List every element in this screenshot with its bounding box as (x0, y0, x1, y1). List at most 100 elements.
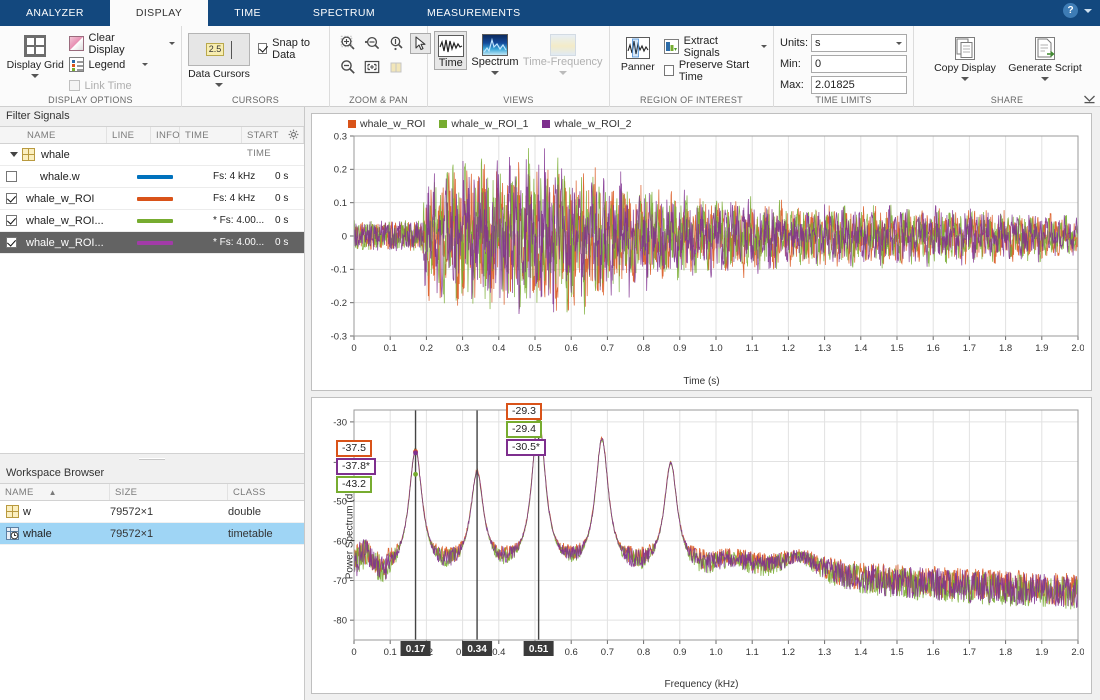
group-title-zoom-pan: ZOOM & PAN (330, 95, 427, 105)
col-ws-class[interactable]: CLASS (228, 484, 304, 500)
svg-text:0.34: 0.34 (467, 644, 487, 655)
table-row[interactable]: whale_w_ROI... * Fs: 4.00... 0 s (0, 210, 304, 232)
view-spectrum-button[interactable]: Spectrum (467, 31, 522, 75)
table-row[interactable]: whale_w_ROI Fs: 4 kHz 0 s (0, 188, 304, 210)
chevron-down-icon[interactable] (1041, 77, 1049, 81)
signal-name: whale_w_ROI... (22, 215, 129, 227)
table-row[interactable]: whale_w_ROI... * Fs: 4.00... 0 s (0, 232, 304, 254)
signal-group-name: whale (41, 149, 70, 161)
cursor-callout[interactable]: -29.3 (506, 403, 542, 420)
display-grid-button[interactable]: Display Grid (6, 31, 65, 78)
row-checkbox[interactable] (0, 171, 22, 182)
col-ws-size[interactable]: SIZE (110, 484, 228, 500)
zoom-in-y-icon[interactable] (386, 33, 407, 54)
legend-label: whale_w_ROI_1 (451, 118, 528, 130)
fit-to-view-icon[interactable] (362, 57, 383, 78)
svg-text:-0.3: -0.3 (331, 331, 347, 342)
col-ws-name[interactable]: NAME ▲ (0, 484, 110, 500)
tab-analyzer[interactable]: ANALYZER (0, 0, 110, 26)
chevron-down-icon[interactable] (896, 42, 902, 45)
row-checkbox[interactable] (0, 215, 22, 226)
tab-display[interactable]: DISPLAY (110, 0, 208, 26)
ws-name-cell: w (0, 505, 110, 518)
col-line[interactable]: LINE (107, 127, 151, 143)
legend-item-2[interactable]: whale_w_ROI_2 (542, 118, 631, 130)
col-start-time[interactable]: START TIME (242, 127, 304, 143)
group-title-time-limits: TIME LIMITS (774, 95, 913, 105)
zoom-in-region-icon[interactable] (362, 33, 383, 54)
cursor-callout[interactable]: -43.2 (336, 476, 372, 493)
extract-signals-button[interactable]: Extract Signals (664, 36, 767, 57)
zoom-in-x-icon[interactable] (338, 33, 359, 54)
row-checkbox[interactable] (0, 237, 22, 248)
time-plot[interactable]: whale_w_ROI whale_w_ROI_1 whale_w_ROI_2 … (311, 113, 1092, 391)
svg-text:0.17: 0.17 (406, 644, 426, 655)
cursor-callout[interactable]: -29.4 (506, 421, 542, 438)
cursor-callout[interactable]: -37.8* (336, 458, 376, 475)
view-time-button[interactable]: Time (434, 31, 467, 70)
svg-text:1.8: 1.8 (999, 647, 1012, 658)
gear-icon[interactable] (288, 129, 299, 140)
preserve-start-time-checkbox[interactable]: Preserve Start Time (664, 60, 767, 81)
generate-script-button[interactable]: Generate Script (1002, 33, 1088, 81)
max-input[interactable]: 2.01825 (811, 76, 907, 94)
snap-to-data-checkbox[interactable]: Snap to Data (258, 38, 323, 59)
cursor-value-tag: 2.5 (206, 43, 225, 56)
chevron-down-icon[interactable] (491, 71, 499, 75)
legend-button[interactable]: Legend (69, 54, 175, 75)
panner-button[interactable]: Panner (616, 33, 660, 73)
chevron-down-icon[interactable] (215, 83, 223, 87)
ws-variable-name: w (23, 506, 31, 518)
cursor-callout[interactable]: -30.5* (506, 439, 546, 456)
chevron-down-icon[interactable] (169, 42, 175, 45)
ribbon-group-display-options: Display Grid Clear Display Legend Link T… (0, 26, 182, 107)
cursor-callout[interactable]: -37.5 (336, 440, 372, 457)
signal-name: whale.w (22, 171, 129, 183)
view-time-label: Time (439, 57, 463, 69)
min-input[interactable]: 0 (811, 55, 907, 73)
collapse-ribbon-icon[interactable] (1083, 93, 1096, 104)
list-item[interactable]: w 79572×1 double (0, 501, 304, 523)
main-area: Filter Signals NAME LINE INFO TIME START… (0, 107, 1100, 700)
ribbon-group-zoom-pan: ZOOM & PAN (330, 26, 428, 107)
col-time[interactable]: TIME (180, 127, 242, 143)
legend-item-1[interactable]: whale_w_ROI_1 (439, 118, 528, 130)
col-name[interactable]: NAME (22, 127, 107, 143)
chevron-down-icon[interactable] (961, 77, 969, 81)
expand-triangle-icon[interactable] (10, 152, 18, 157)
extract-signals-label: Extract Signals (684, 35, 742, 59)
svg-text:0.4: 0.4 (492, 343, 505, 354)
list-item[interactable]: whale 79572×1 timetable (0, 523, 304, 545)
col-info[interactable]: INFO (151, 127, 180, 143)
filter-signals-header: NAME LINE INFO TIME START TIME (0, 126, 304, 144)
copy-display-button[interactable]: Copy Display (928, 33, 1002, 81)
chevron-down-icon[interactable] (761, 45, 767, 48)
spectrum-plot[interactable]: 00.10.20.30.40.50.60.70.80.91.01.11.21.3… (311, 397, 1092, 694)
spectrum-plot-xlabel: Frequency (kHz) (312, 679, 1091, 690)
help-dropdown-icon[interactable] (1084, 9, 1092, 13)
legend-item-0[interactable]: whale_w_ROI (348, 118, 425, 130)
help-icon[interactable]: ? (1063, 3, 1078, 18)
legend-label: whale_w_ROI (360, 118, 425, 130)
legend-label: whale_w_ROI_2 (554, 118, 631, 130)
units-value: s (815, 37, 821, 49)
col-check (0, 127, 22, 143)
units-select[interactable]: s (811, 34, 907, 52)
extract-signals-icon (664, 39, 679, 54)
chevron-down-icon[interactable] (142, 63, 148, 66)
table-row[interactable]: whale.w Fs: 4 kHz 0 s (0, 166, 304, 188)
matrix-icon (6, 505, 19, 518)
tab-spectrum[interactable]: SPECTRUM (287, 0, 401, 26)
workspace-browser-list: w 79572×1 double whale 79572×1 timetable (0, 501, 304, 700)
row-checkbox[interactable] (0, 193, 22, 204)
checkbox-icon (664, 65, 674, 76)
svg-text:0.2: 0.2 (420, 343, 433, 354)
tab-measurements[interactable]: MEASUREMENTS (401, 0, 546, 26)
tab-time[interactable]: TIME (208, 0, 287, 26)
clear-display-button[interactable]: Clear Display (69, 33, 175, 54)
zoom-out-icon[interactable] (338, 57, 359, 78)
chevron-down-icon[interactable] (31, 74, 39, 78)
signal-time: Fs: 4 kHz (210, 193, 272, 204)
data-cursors-button[interactable]: 2.5 Data Cursors (188, 29, 250, 87)
pane-splitter[interactable] (0, 454, 304, 464)
